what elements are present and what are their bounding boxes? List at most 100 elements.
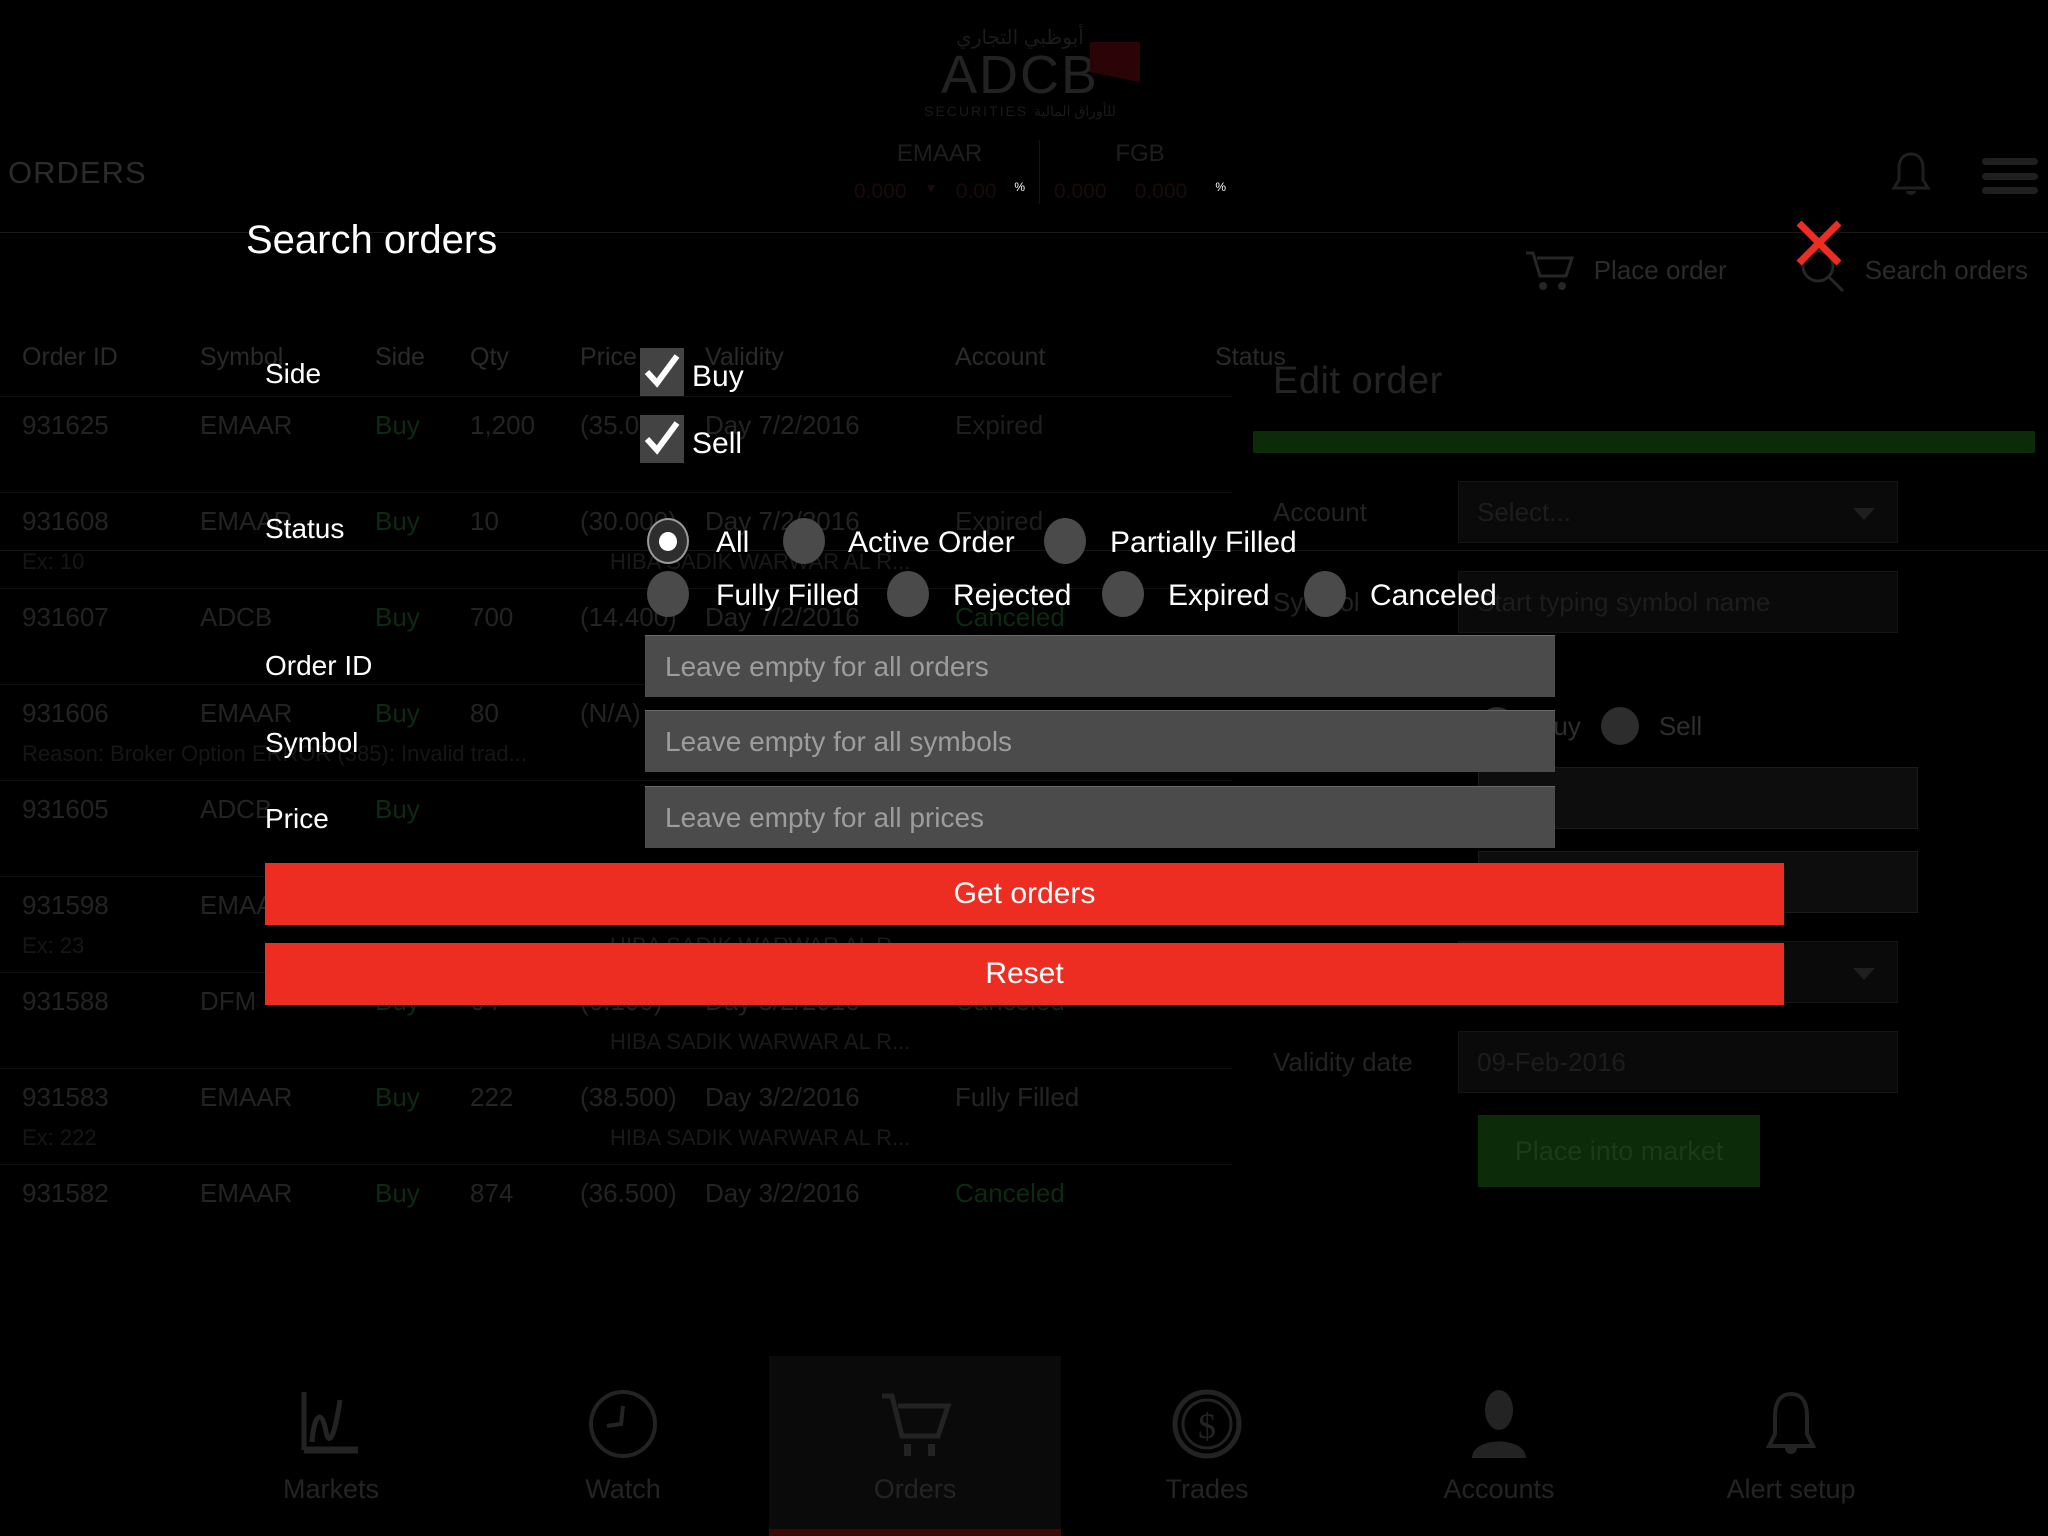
status-label-partially-filled: Partially Filled bbox=[1110, 526, 1297, 559]
ticker-change-unit: % bbox=[1215, 180, 1226, 194]
status-radio-active-order[interactable] bbox=[783, 518, 825, 564]
cell-side: Buy bbox=[375, 409, 420, 440]
edit-side-radios: Buy Sell bbox=[1478, 707, 2048, 745]
status-label: Status bbox=[265, 513, 345, 544]
ticker-strip: EMAAR 0.000 ▼ 0.00 % FGB 0.000 0.000 % bbox=[840, 140, 1240, 204]
side-sell-label: Sell bbox=[692, 427, 743, 460]
status-radio-all[interactable] bbox=[647, 518, 689, 564]
cell-account-name: HIBA SADIK WARWAR AL R... bbox=[610, 1125, 911, 1150]
table-row[interactable]: 931582 EMAAR Buy 874 (36.500) Day 3/2/2016 Can… bbox=[0, 1164, 1232, 1260]
cell-order-id: 931606 bbox=[22, 697, 109, 728]
reset-button[interactable]: Reset bbox=[265, 943, 1784, 1005]
nav-label-markets: Markets bbox=[282, 1473, 380, 1504]
cell-side: Buy bbox=[375, 505, 420, 536]
status-badge: Canceled bbox=[955, 1177, 1065, 1208]
table-row[interactable]: 931625 EMAAR Buy 1,200 (35.000) Day 7/2/2016 E… bbox=[0, 396, 1232, 492]
cell-qty: 1,200 bbox=[470, 409, 536, 440]
symbol-label: Symbol bbox=[265, 727, 359, 758]
edit-symbol-input[interactable]: Start typing symbol name bbox=[1458, 571, 1898, 633]
symbol-input[interactable]: Leave empty for all symbols bbox=[645, 710, 1555, 772]
status-radio-rejected[interactable] bbox=[887, 571, 929, 617]
price-input[interactable]: Leave empty for all prices bbox=[645, 786, 1555, 848]
place-order-label: Place order bbox=[1593, 254, 1727, 285]
edit-account-field[interactable]: Account Select... bbox=[1253, 481, 2048, 543]
table-row[interactable]: 931583 EMAAR Buy 222 (38.500) Day 3/2/2016 Ful… bbox=[0, 1068, 1232, 1164]
nav-item-watch[interactable]: Watch bbox=[477, 1356, 769, 1536]
nav-item-orders[interactable]: Orders bbox=[769, 1356, 1061, 1536]
cell-side: Buy bbox=[375, 1177, 420, 1208]
edit-account-select[interactable]: Select... bbox=[1458, 481, 1898, 543]
place-order-button[interactable]: Place order bbox=[1524, 248, 1727, 292]
search-orders-dialog-title: Search orders bbox=[246, 218, 498, 262]
side-sell-checkbox[interactable] bbox=[640, 415, 684, 463]
status-label-active-order: Active Order bbox=[848, 526, 1015, 559]
cell-price: (14.400) bbox=[580, 601, 677, 632]
ticker-item[interactable]: EMAAR 0.000 ▼ 0.00 % bbox=[840, 140, 1040, 204]
get-orders-button[interactable]: Get orders bbox=[265, 863, 1784, 925]
cart-icon bbox=[1524, 248, 1576, 292]
ticker-change: 0.00 bbox=[955, 180, 997, 203]
bottom-navigation: Markets Watch Orders $ Trades Accounts A… bbox=[0, 1356, 2048, 1536]
status-radio-expired[interactable] bbox=[1102, 571, 1144, 617]
person-icon bbox=[1466, 1388, 1532, 1460]
clock-icon bbox=[587, 1388, 659, 1460]
cell-symbol: EMAAR bbox=[200, 1177, 293, 1208]
cart-icon bbox=[876, 1388, 954, 1460]
ticker-item[interactable]: FGB 0.000 0.000 % bbox=[1040, 140, 1240, 204]
ticker-symbol: FGB bbox=[1115, 140, 1165, 167]
edit-more-link[interactable]: more... bbox=[1478, 657, 2048, 685]
edit-side-sell-label: Sell bbox=[1658, 710, 1703, 741]
cell-symbol: EMAAR bbox=[200, 409, 293, 440]
cell-side: Buy bbox=[375, 793, 420, 824]
search-orders-label: Search orders bbox=[1864, 254, 2028, 285]
cell-price: (36.500) bbox=[580, 1177, 677, 1208]
status-radio-canceled[interactable] bbox=[1304, 571, 1346, 617]
edit-validity-date-input[interactable]: 09-Feb-2016 bbox=[1458, 1031, 1898, 1093]
cell-qty: 10 bbox=[470, 505, 499, 536]
ticker-change: 0.000 bbox=[1134, 180, 1188, 203]
chevron-down-icon bbox=[1853, 968, 1875, 980]
status-radio-fully-filled[interactable] bbox=[647, 571, 689, 617]
ticker-last: 0.000 bbox=[854, 180, 907, 203]
nav-item-trades[interactable]: $ Trades bbox=[1061, 1356, 1353, 1536]
status-badge: Fully Filled bbox=[955, 1081, 1080, 1112]
bell-icon bbox=[1757, 1388, 1825, 1460]
orders-table-header: Order ID Symbol Side Qty Price Validity … bbox=[0, 318, 1286, 396]
cell-qty: 80 bbox=[470, 697, 499, 728]
chart-icon bbox=[296, 1388, 366, 1460]
cell-subtext: Ex: 222 bbox=[22, 1125, 97, 1150]
search-orders-button[interactable]: Search orders bbox=[1796, 220, 2028, 295]
edit-validity-date-field[interactable]: Validity date 09-Feb-2016 bbox=[1253, 1031, 2048, 1093]
svg-text:$: $ bbox=[1198, 1406, 1216, 1446]
edit-validity-date-label: Validity date bbox=[1273, 1046, 1413, 1077]
edit-symbol-placeholder: Start typing symbol name bbox=[1477, 586, 1771, 617]
status-label-canceled: Canceled bbox=[1370, 579, 1497, 612]
nav-item-markets[interactable]: Markets bbox=[185, 1356, 477, 1536]
side-label: Side bbox=[265, 358, 322, 389]
column-header-side: Side bbox=[375, 342, 426, 371]
side-buy-label: Buy bbox=[692, 360, 744, 393]
hamburger-menu-icon[interactable] bbox=[1982, 158, 2038, 194]
edit-side-sell-radio[interactable] bbox=[1600, 707, 1639, 745]
nav-item-accounts[interactable]: Accounts bbox=[1353, 1356, 1645, 1536]
cell-validity: Day 3/2/2016 bbox=[705, 1177, 860, 1208]
nav-label-orders: Orders bbox=[873, 1473, 957, 1504]
cell-account-name: HIBA SADIK WARWAR AL R... bbox=[610, 1029, 911, 1054]
nav-label-accounts: Accounts bbox=[1443, 1473, 1555, 1504]
nav-item-alert-setup[interactable]: Alert setup bbox=[1645, 1356, 1937, 1536]
order-id-input[interactable]: Leave empty for all orders bbox=[645, 635, 1555, 697]
cell-side: Buy bbox=[375, 601, 420, 632]
nav-label-watch: Watch bbox=[585, 1473, 661, 1504]
bell-icon[interactable] bbox=[1888, 150, 1934, 202]
close-x-icon[interactable] bbox=[1791, 215, 1847, 271]
status-label-rejected: Rejected bbox=[953, 579, 1072, 612]
adcb-logo-sub-ar: للأوراق المالية bbox=[1034, 103, 1116, 119]
ticker-last: 0.000 bbox=[1054, 180, 1107, 203]
status-radio-partially-filled[interactable] bbox=[1044, 518, 1086, 564]
cell-symbol: EMAAR bbox=[200, 697, 293, 728]
place-into-market-button[interactable]: Place into market bbox=[1478, 1115, 1760, 1187]
cell-symbol: ADCB bbox=[200, 601, 273, 632]
symbol-placeholder: Leave empty for all symbols bbox=[665, 725, 1013, 757]
cell-validity: Day 7/2/2016 bbox=[705, 409, 860, 440]
side-buy-checkbox[interactable] bbox=[640, 348, 684, 396]
